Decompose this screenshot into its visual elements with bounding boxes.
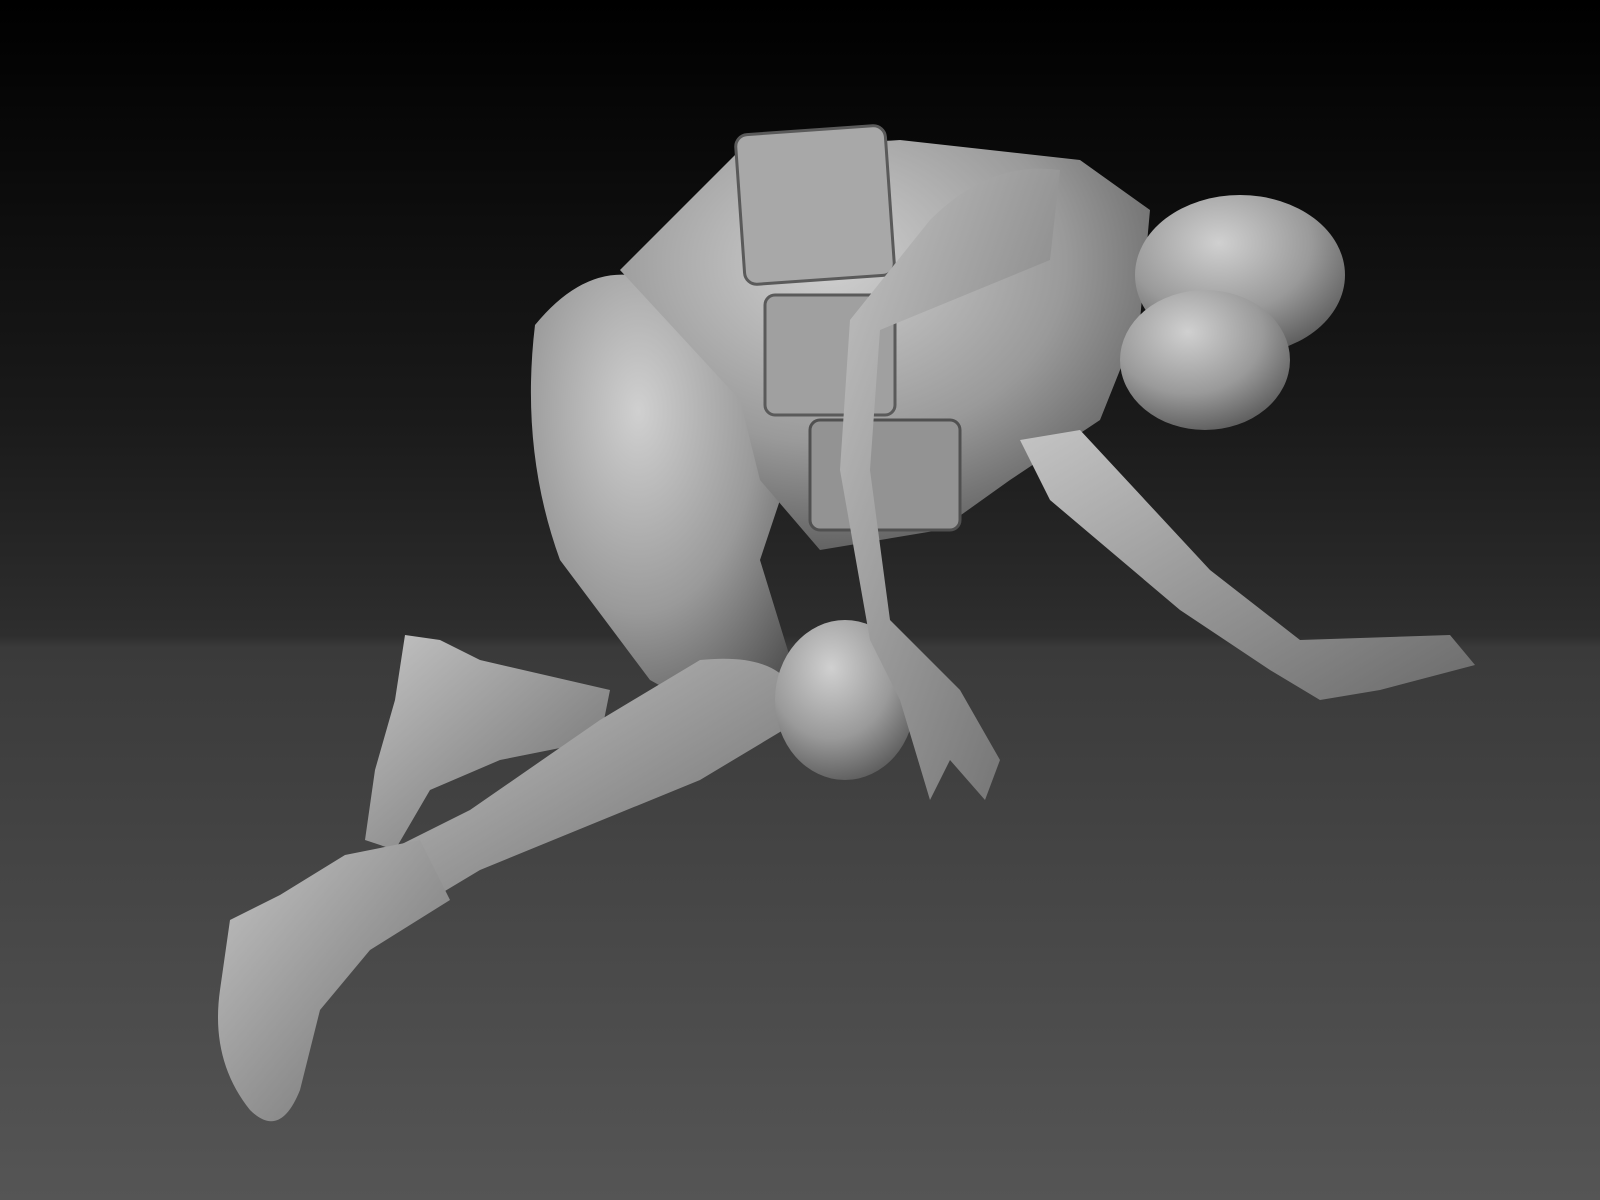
sculpt-render — [218, 124, 1475, 1122]
front-boot — [218, 840, 450, 1122]
head — [1120, 290, 1290, 430]
figure — [218, 124, 1475, 1122]
vest-pouch — [808, 418, 962, 532]
render-viewport[interactable] — [0, 0, 1600, 1200]
far-arm — [1020, 430, 1475, 700]
vest-pouch — [734, 124, 896, 286]
